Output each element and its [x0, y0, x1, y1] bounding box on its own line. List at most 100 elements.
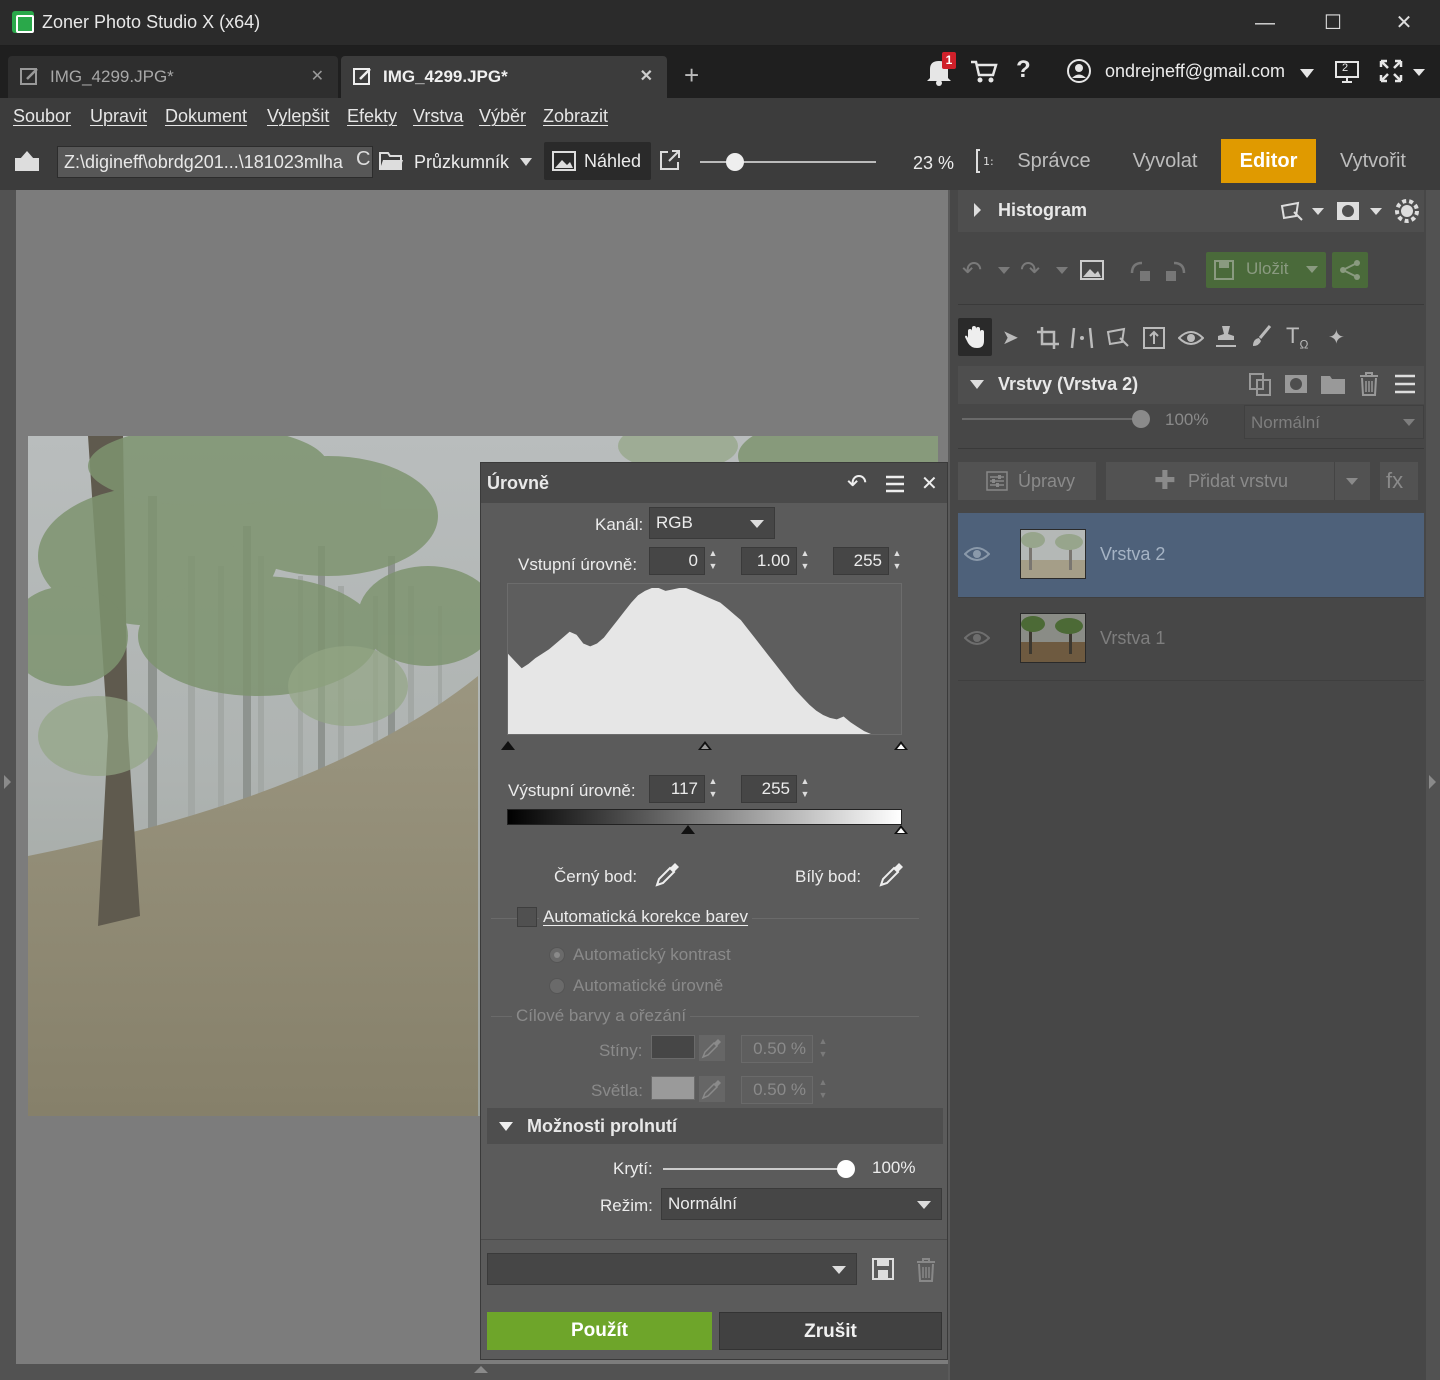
reset-undo-icon[interactable]: ↶ [847, 469, 867, 498]
tab-close-icon[interactable]: ✕ [640, 66, 653, 86]
output-white-stepper[interactable]: ▲ ▼ [797, 775, 813, 803]
menu-vylepsit[interactable]: Vylepšit [267, 106, 329, 127]
input-gamma-field[interactable]: 1.00 [741, 547, 797, 575]
preview-button[interactable]: Náhled [544, 142, 651, 180]
tab-vytvorit[interactable]: Vytvořit [1322, 139, 1424, 183]
auto-contrast-label[interactable]: Automatický kontrast [573, 945, 731, 965]
effects-sparkle-icon[interactable]: ✦ [1328, 325, 1345, 350]
collapse-right-icon[interactable] [1429, 775, 1436, 789]
opacity-slider-handle[interactable] [837, 1160, 855, 1178]
menu-vyber[interactable]: Výběr [479, 106, 526, 127]
fullscreen-icon[interactable] [1378, 58, 1404, 90]
undo-dropdown-icon[interactable] [998, 267, 1010, 274]
document-tab-inactive[interactable]: IMG_4299.JPG* ✕ [8, 56, 338, 98]
input-black-field[interactable]: 0 [649, 547, 705, 575]
add-layer-dropdown-icon[interactable] [1346, 478, 1358, 485]
highlights-color-swatch[interactable] [651, 1076, 695, 1100]
layer-mask-icon[interactable] [1284, 373, 1308, 395]
explorer-dropdown-icon[interactable] [520, 158, 532, 166]
dropdown-icon[interactable] [1370, 208, 1382, 215]
layer-blend-mode-select[interactable]: Normální [1244, 405, 1424, 439]
menu-upravit[interactable]: Upravit [90, 106, 147, 127]
left-collapse-strip[interactable] [0, 190, 16, 1380]
menu-soubor[interactable]: Soubor [13, 106, 71, 127]
hand-tool-button[interactable] [958, 318, 992, 356]
histogram-header[interactable]: Histogram [958, 190, 1424, 232]
rotate-right-icon[interactable] [1162, 259, 1188, 283]
tab-vyvolat[interactable]: Vyvolat [1116, 139, 1214, 183]
auto-levels-label[interactable]: Automatické úrovně [573, 976, 723, 996]
layers-menu-icon[interactable] [1394, 374, 1416, 394]
eyedropper-highlights-icon[interactable] [699, 1076, 725, 1102]
clone-stamp-icon[interactable] [1214, 324, 1238, 350]
blend-options-header[interactable]: Možnosti prolnutí [487, 1108, 943, 1144]
fx-button[interactable]: fx [1380, 462, 1418, 500]
auto-contrast-radio[interactable] [549, 947, 565, 963]
output-white-field[interactable]: 255 [741, 775, 797, 803]
eyedropper-black-icon[interactable] [655, 861, 681, 887]
highlights-clip-field[interactable]: 0.50 % [741, 1076, 813, 1104]
folder-icon[interactable] [1320, 373, 1346, 395]
blend-mode-select[interactable]: Normální [661, 1188, 942, 1220]
mask-icon[interactable] [1336, 200, 1360, 222]
parent-folder-icon[interactable] [14, 150, 40, 178]
maximize-button[interactable]: ☐ [1313, 8, 1353, 38]
input-gamma-stepper[interactable]: ▲ ▼ [797, 547, 813, 575]
brush-icon[interactable] [1250, 324, 1274, 350]
transform-icon[interactable] [1142, 326, 1166, 350]
tab-editor[interactable]: Editor [1221, 139, 1316, 183]
layers-header[interactable]: Vrstvy (Vrstva 2) [958, 366, 1424, 404]
delete-preset-icon[interactable] [915, 1257, 937, 1283]
monitor-icon[interactable]: 2 [1334, 60, 1360, 90]
shadows-color-swatch[interactable] [651, 1035, 695, 1059]
text-tool-icon[interactable]: TΩ [1286, 323, 1308, 351]
zoom-slider[interactable] [700, 153, 876, 171]
explorer-label[interactable]: Průzkumník [414, 152, 509, 173]
account-email[interactable]: ondrejneff@gmail.com [1105, 61, 1285, 82]
menu-zobrazit[interactable]: Zobrazit [543, 106, 608, 127]
selection-tool-icon[interactable] [1280, 200, 1304, 222]
expand-bottom-icon[interactable] [474, 1366, 488, 1373]
save-dropdown-icon[interactable] [1306, 266, 1318, 273]
undo-icon[interactable]: ↶ [962, 256, 982, 285]
highlights-clip-stepper[interactable]: ▲ ▼ [815, 1076, 831, 1104]
cancel-button[interactable]: Zrušit [719, 1312, 942, 1350]
input-black-slider[interactable] [501, 741, 515, 750]
cart-icon[interactable] [970, 60, 998, 90]
rotate-left-icon[interactable] [1128, 259, 1154, 283]
input-white-stepper[interactable]: ▲ ▼ [889, 547, 905, 575]
add-layer-button[interactable]: ✚ Přidat vrstvu [1106, 462, 1370, 500]
close-dialog-icon[interactable]: ✕ [921, 471, 938, 496]
fullscreen-dropdown-icon[interactable] [1413, 69, 1425, 76]
eye-icon[interactable] [964, 545, 990, 563]
tab-spravce[interactable]: Správce [1006, 139, 1102, 183]
layer-row-2[interactable]: Vrstva 2 [958, 513, 1424, 597]
zoom-slider-handle[interactable] [726, 153, 745, 171]
tab-close-icon[interactable]: ✕ [311, 66, 324, 86]
redo-icon[interactable]: ↷ [1020, 256, 1040, 285]
share-button[interactable] [1332, 252, 1368, 288]
output-black-slider[interactable] [681, 825, 695, 834]
shadows-clip-stepper[interactable]: ▲ ▼ [815, 1035, 831, 1063]
actual-size-icon[interactable]: 1: [975, 148, 997, 180]
auto-levels-radio[interactable] [549, 978, 565, 994]
menu-dokument[interactable]: Dokument [165, 106, 247, 127]
channel-select[interactable]: RGB [649, 507, 775, 539]
folder-open-icon[interactable] [378, 149, 404, 177]
refresh-icon[interactable]: C [356, 148, 370, 171]
redo-dropdown-icon[interactable] [1056, 267, 1068, 274]
input-black-stepper[interactable]: ▲ ▼ [705, 547, 721, 575]
collapse-blend-icon[interactable] [499, 1122, 513, 1131]
minimize-button[interactable]: — [1245, 8, 1285, 38]
layer-opacity-slider[interactable] [962, 410, 1150, 428]
collapse-layers-icon[interactable] [970, 380, 984, 389]
apply-button[interactable]: Použít [487, 1312, 712, 1350]
document-tab-active[interactable]: IMG_4299.JPG* ✕ [341, 56, 667, 98]
input-white-slider[interactable] [894, 741, 908, 750]
save-button[interactable]: Uložit [1206, 252, 1326, 288]
settings-gear-icon[interactable] [1394, 198, 1420, 224]
compare-image-icon[interactable] [1080, 260, 1104, 280]
opacity-slider[interactable] [663, 1160, 855, 1178]
pointer-icon[interactable]: ➤ [1002, 325, 1019, 350]
eye-icon[interactable] [964, 629, 990, 647]
